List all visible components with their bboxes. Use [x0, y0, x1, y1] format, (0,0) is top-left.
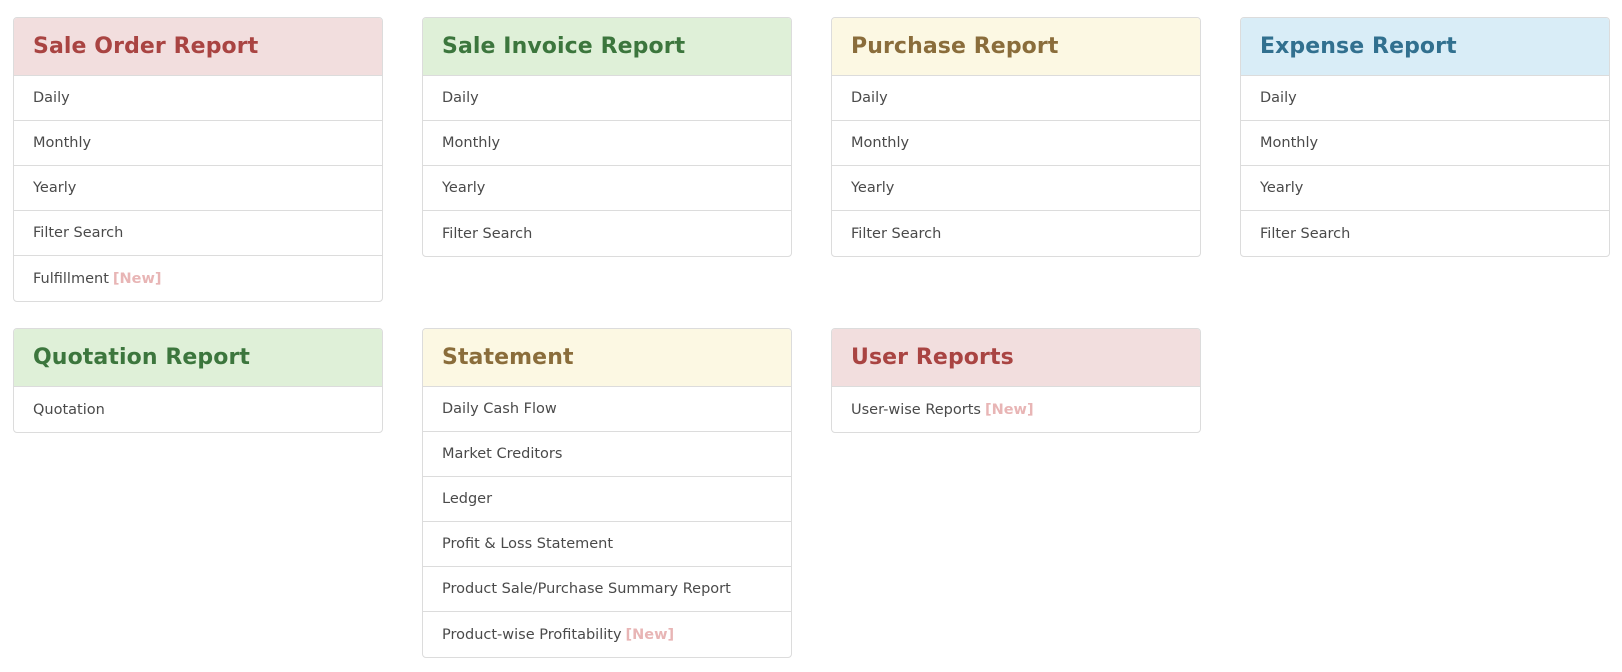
panel-title: Sale Order Report [33, 34, 259, 59]
sale-invoice-report-panel: Sale Invoice Report Daily Monthly Yearly… [422, 17, 792, 257]
link-expense-yearly[interactable]: Yearly [1241, 166, 1609, 211]
new-badge: [New] [112, 270, 162, 287]
panel-title: Purchase Report [851, 34, 1059, 59]
user-reports-panel: User Reports User-wise Reports [New] [831, 328, 1201, 433]
panel-title: Expense Report [1260, 34, 1457, 59]
link-market-creditors[interactable]: Market Creditors [423, 432, 791, 477]
link-purchase-yearly[interactable]: Yearly [832, 166, 1200, 211]
link-expense-monthly[interactable]: Monthly [1241, 121, 1609, 166]
panel-heading: Sale Order Report [14, 18, 382, 76]
link-purchase-daily[interactable]: Daily [832, 76, 1200, 121]
panel-heading: Expense Report [1241, 18, 1609, 76]
link-sale-invoice-monthly[interactable]: Monthly [423, 121, 791, 166]
link-sale-order-yearly[interactable]: Yearly [14, 166, 382, 211]
link-sale-invoice-filter-search[interactable]: Filter Search [423, 211, 791, 256]
panel-title: Sale Invoice Report [442, 34, 686, 59]
link-expense-daily[interactable]: Daily [1241, 76, 1609, 121]
panel-heading: Sale Invoice Report [423, 18, 791, 76]
link-quotation[interactable]: Quotation [14, 387, 382, 432]
panel-heading: Statement [423, 329, 791, 387]
link-ledger[interactable]: Ledger [423, 477, 791, 522]
link-sale-order-daily[interactable]: Daily [14, 76, 382, 121]
new-badge: [New] [984, 401, 1034, 418]
panel-title: Quotation Report [33, 345, 251, 370]
new-badge: [New] [625, 626, 675, 643]
expense-report-panel: Expense Report Daily Monthly Yearly Filt… [1240, 17, 1610, 257]
link-daily-cash-flow[interactable]: Daily Cash Flow [423, 387, 791, 432]
link-purchase-monthly[interactable]: Monthly [832, 121, 1200, 166]
link-sale-invoice-yearly[interactable]: Yearly [423, 166, 791, 211]
panel-heading: Quotation Report [14, 329, 382, 387]
link-profit-loss-statement[interactable]: Profit & Loss Statement [423, 522, 791, 567]
quotation-report-panel: Quotation Report Quotation [13, 328, 383, 433]
panel-heading: Purchase Report [832, 18, 1200, 76]
link-purchase-filter-search[interactable]: Filter Search [832, 211, 1200, 256]
purchase-report-panel: Purchase Report Daily Monthly Yearly Fil… [831, 17, 1201, 257]
sale-order-report-panel: Sale Order Report Daily Monthly Yearly F… [13, 17, 383, 302]
statement-panel: Statement Daily Cash Flow Market Credito… [422, 328, 792, 658]
link-sale-invoice-daily[interactable]: Daily [423, 76, 791, 121]
panel-heading: User Reports [832, 329, 1200, 387]
link-sale-order-monthly[interactable]: Monthly [14, 121, 382, 166]
panel-title: Statement [442, 345, 574, 370]
panel-title: User Reports [851, 345, 1014, 370]
link-product-wise-profitability[interactable]: Product-wise Profitability [New] [423, 612, 791, 657]
link-sale-order-filter-search[interactable]: Filter Search [14, 211, 382, 256]
link-sale-order-fulfillment[interactable]: Fulfillment [New] [14, 256, 382, 301]
link-expense-filter-search[interactable]: Filter Search [1241, 211, 1609, 256]
link-product-sale-purchase-summary[interactable]: Product Sale/Purchase Summary Report [423, 567, 791, 612]
link-user-wise-reports[interactable]: User-wise Reports [New] [832, 387, 1200, 432]
